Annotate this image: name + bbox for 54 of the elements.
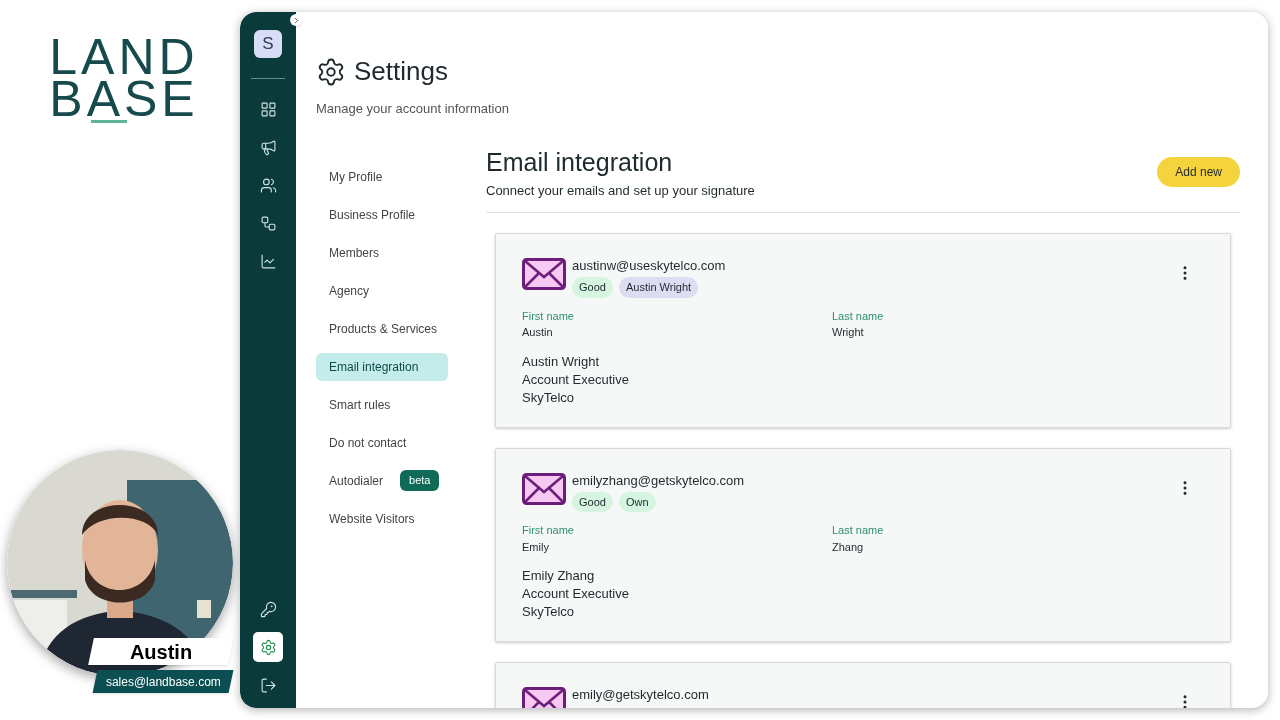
envelope-icon xyxy=(522,472,566,505)
account-email: austinw@useskytelco.com xyxy=(572,258,726,274)
signature-line: Emily Zhang xyxy=(522,567,596,585)
menu-item[interactable]: Members xyxy=(316,238,392,267)
section-subtitle: Connect your emails and set up your signature xyxy=(486,181,755,200)
field-label: Last name xyxy=(832,523,884,538)
field-value: Austin xyxy=(522,325,553,340)
menu-item[interactable]: Products & Services xyxy=(316,314,451,343)
line-chart-icon xyxy=(259,252,277,270)
email-caption: sales@landbase.com xyxy=(92,670,234,693)
signature-line: SkyTelco xyxy=(522,388,576,407)
signature-line: Account Executive xyxy=(522,585,630,603)
page-title: Settings xyxy=(354,55,448,88)
settings-icon xyxy=(316,56,346,87)
logo-text: BASE xyxy=(49,78,199,120)
menu-item[interactable]: Smart rules xyxy=(316,390,404,419)
account-tag: Good xyxy=(572,491,613,512)
account-tag: Austin Wright xyxy=(618,277,699,298)
menu-item[interactable]: Business Profile xyxy=(316,200,429,229)
account-email: emily@getskytelco.com xyxy=(572,687,709,703)
account-email: emilyzhang@getskytelco.com xyxy=(572,472,745,489)
menu-item[interactable]: Do not contact xyxy=(316,428,420,457)
grid-icon xyxy=(259,100,277,118)
sidebar-button[interactable] xyxy=(253,632,283,662)
workflow-icon xyxy=(259,214,277,232)
logo-text: LAND xyxy=(49,36,199,78)
menu-item[interactable]: Email integration xyxy=(316,352,448,381)
field-value: Wright xyxy=(832,325,864,340)
avatar[interactable]: S xyxy=(254,30,282,58)
logout-icon xyxy=(259,676,277,694)
menu-item[interactable]: My Profile xyxy=(316,162,396,191)
megaphone-icon xyxy=(259,138,277,156)
menu-item[interactable]: Autodialer xyxy=(316,466,397,495)
signature-line: SkyTelco xyxy=(522,603,576,621)
page-subtitle: Manage your account information xyxy=(316,100,510,118)
beta-badge: beta xyxy=(400,470,440,491)
field-label: First name xyxy=(522,523,574,538)
field-value: Emily xyxy=(522,539,549,555)
add-new-button[interactable]: Add new xyxy=(1157,156,1240,187)
users-icon xyxy=(259,176,277,194)
field-label: First name xyxy=(522,308,574,324)
menu-item[interactable]: Website Visitors xyxy=(316,504,428,533)
menu-item[interactable]: Agency xyxy=(316,276,383,305)
signature-line: Austin Wright xyxy=(522,352,601,371)
account-tag: Own xyxy=(618,491,656,512)
account-tag: Good xyxy=(572,277,613,298)
settings-icon xyxy=(259,638,277,656)
section-title: Email integration xyxy=(486,146,674,177)
field-label: Last name xyxy=(832,308,884,324)
signature-line: Account Executive xyxy=(522,370,630,389)
envelope-icon xyxy=(522,258,566,290)
field-value: Zhang xyxy=(832,539,864,555)
key-icon xyxy=(259,600,277,618)
name-caption: Austin xyxy=(88,638,234,665)
